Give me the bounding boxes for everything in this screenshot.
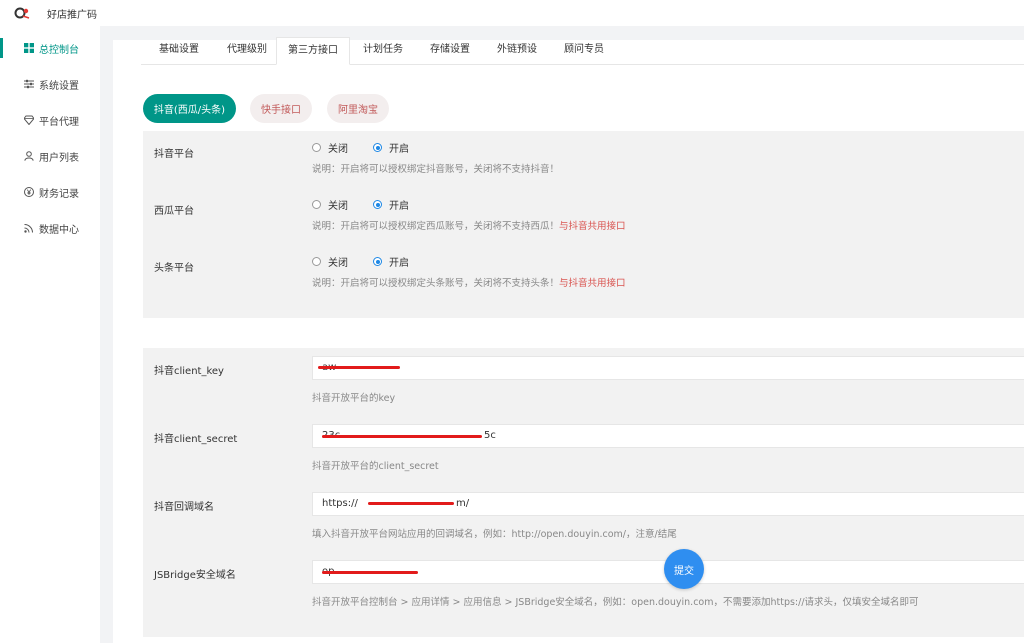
diamond-icon — [24, 115, 34, 125]
redaction-mark — [322, 435, 482, 438]
radio-label: 开启 — [389, 144, 409, 155]
subtab-douyin[interactable]: 抖音(西瓜/头条) — [143, 94, 236, 123]
desc-text: 说明：开启将可以授权绑定抖音账号，关闭将不支持抖音！ — [312, 164, 560, 175]
callback-domain-label: 抖音回调域名 — [154, 502, 214, 513]
tab-basic-settings[interactable]: 基础设置 — [147, 37, 211, 65]
xigua-platform-label: 西瓜平台 — [154, 206, 194, 217]
redaction-mark — [318, 366, 400, 369]
subtab-kuaishou[interactable]: 快手接口 — [250, 94, 312, 123]
xigua-on-radio[interactable]: 开启 — [373, 197, 409, 212]
top-bar: 好店推广码 — [0, 0, 1024, 26]
submit-button[interactable]: 提交 — [664, 549, 704, 589]
redaction-mark — [368, 502, 454, 505]
sidebar-item-label: 数据中心 — [39, 224, 79, 236]
client-key-input[interactable]: aw — [312, 356, 1024, 380]
sidebar-item-system-settings[interactable]: 系统设置 — [0, 72, 100, 96]
sidebar: 总控制台 系统设置 平台代理 用户列表 财务记录 数据中心 — [0, 26, 100, 643]
shared-api-note: 与抖音共用接口 — [559, 221, 626, 232]
client-key-label: 抖音client_key — [154, 366, 224, 377]
sidebar-item-label: 系统设置 — [39, 80, 79, 92]
callback-domain-help: 填入抖音开放平台网站应用的回调域名，例如：http://open.douyin.… — [312, 529, 677, 540]
tab-consultant[interactable]: 顾问专员 — [553, 37, 615, 65]
client-secret-label: 抖音client_secret — [154, 434, 238, 445]
subtab-alibaba[interactable]: 阿里淘宝 — [327, 94, 389, 123]
jsbridge-domain-help: 抖音开放平台控制台 > 应用详情 > 应用信息 > JSBridge安全域名，例… — [312, 597, 919, 608]
sidebar-item-platform-agent[interactable]: 平台代理 — [0, 108, 100, 132]
douyin-platform-desc: 说明：开启将可以授权绑定抖音账号，关闭将不支持抖音！ — [312, 161, 559, 175]
jsbridge-domain-label: JSBridge安全域名 — [154, 570, 236, 581]
radio-label: 开启 — [389, 258, 409, 269]
tab-storage-settings[interactable]: 存储设置 — [419, 37, 481, 65]
toutiao-platform-desc: 说明：开启将可以授权绑定头条账号，关闭将不支持头条！与抖音共用接口 — [312, 275, 626, 289]
douyin-off-radio[interactable]: 关闭 — [312, 140, 348, 155]
shared-api-note: 与抖音共用接口 — [559, 278, 626, 289]
user-icon — [24, 151, 34, 161]
xigua-platform-desc: 说明：开启将可以授权绑定西瓜账号，关闭将不支持西瓜！与抖音共用接口 — [312, 218, 626, 232]
radio-label: 关闭 — [328, 258, 348, 269]
radio-unchecked-icon — [312, 257, 321, 266]
app-title: 好店推广码 — [47, 10, 97, 21]
field-value-tail: 5c — [484, 430, 496, 441]
radio-unchecked-icon — [312, 143, 321, 152]
douyin-platform-label: 抖音平台 — [154, 149, 194, 160]
radio-label: 开启 — [389, 201, 409, 212]
toutiao-platform-label: 头条平台 — [154, 263, 194, 274]
tab-scheduled-tasks[interactable]: 计划任务 — [352, 37, 414, 65]
radio-checked-icon — [373, 143, 382, 152]
desc-text: 说明：开启将可以授权绑定西瓜账号，关闭将不支持西瓜！ — [312, 221, 560, 232]
toutiao-off-radio[interactable]: 关闭 — [312, 254, 348, 269]
client-key-help: 抖音开放平台的key — [312, 393, 396, 404]
sidebar-item-data-center[interactable]: 数据中心 — [0, 216, 100, 240]
sidebar-item-label: 总控制台 — [39, 44, 79, 56]
client-secret-help: 抖音开放平台的client_secret — [312, 461, 439, 472]
douyin-on-radio[interactable]: 开启 — [373, 140, 409, 155]
field-value-tail: m/ — [456, 498, 470, 509]
redaction-mark — [322, 571, 418, 574]
sidebar-item-label: 用户列表 — [39, 152, 79, 164]
sidebar-item-label: 财务记录 — [39, 188, 79, 200]
settings-tabs: 基础设置 代理级别 第三方接口 计划任务 存储设置 外链预设 顾问专员 — [141, 37, 1024, 65]
xigua-off-radio[interactable]: 关闭 — [312, 197, 348, 212]
yen-icon — [24, 187, 34, 197]
sidebar-item-dashboard[interactable]: 总控制台 — [0, 36, 100, 60]
radio-unchecked-icon — [312, 200, 321, 209]
dashboard-icon — [24, 43, 34, 53]
sidebar-item-label: 平台代理 — [39, 116, 79, 128]
radio-label: 关闭 — [328, 201, 348, 212]
sidebar-item-user-list[interactable]: 用户列表 — [0, 144, 100, 168]
rss-icon — [24, 224, 33, 233]
tab-third-party-api[interactable]: 第三方接口 — [276, 37, 350, 65]
radio-checked-icon — [373, 200, 382, 209]
radio-checked-icon — [373, 257, 382, 266]
sidebar-item-finance-records[interactable]: 财务记录 — [0, 180, 100, 204]
tab-outlink-presets[interactable]: 外链预设 — [486, 37, 548, 65]
field-value: https:// — [322, 498, 358, 509]
sliders-icon — [24, 79, 34, 89]
radio-label: 关闭 — [328, 144, 348, 155]
tab-agent-levels[interactable]: 代理级别 — [213, 37, 281, 65]
desc-text: 说明：开启将可以授权绑定头条账号，关闭将不支持头条！ — [312, 278, 560, 289]
app-logo-icon — [14, 7, 30, 19]
toutiao-on-radio[interactable]: 开启 — [373, 254, 409, 269]
